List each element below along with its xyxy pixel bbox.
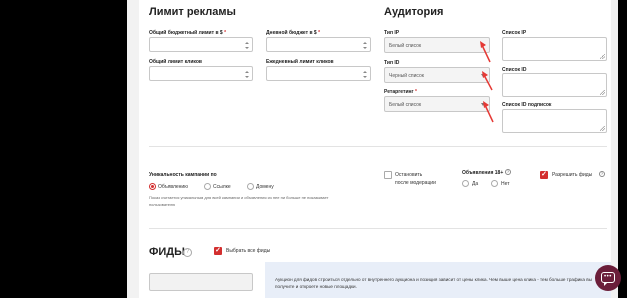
radio-ads18-no[interactable] (491, 180, 498, 187)
total-clicks-input[interactable] (149, 66, 253, 81)
radio-domain[interactable] (247, 183, 254, 190)
stop-after-moderation-line2: после модерации (395, 180, 436, 186)
ip-type-label: Тип IP (384, 30, 400, 36)
radio-ads18-no-label: Нет (501, 181, 510, 187)
resize-handle-icon[interactable] (600, 90, 605, 95)
daily-budget-label: Дневной бюджет в $ * (266, 30, 321, 36)
daily-clicks-input[interactable] (266, 66, 371, 81)
uniqueness-label: Уникальность кампании по (149, 172, 217, 178)
chat-button[interactable]: ••• (595, 265, 621, 291)
resize-handle-icon[interactable] (600, 126, 605, 131)
ip-list-textarea[interactable] (502, 37, 607, 61)
stop-after-moderation-checkbox[interactable] (384, 171, 392, 179)
right-dark-margin (618, 0, 627, 298)
radio-link[interactable] (204, 183, 211, 190)
total-clicks-label: Общий лимит кликов (149, 59, 202, 65)
stop-after-moderation-line1: Остановить (395, 172, 423, 178)
uniqueness-hint-line1: Показ считается уникальным для всей камп… (149, 195, 329, 200)
retargeting-select[interactable]: Белый список (384, 96, 490, 112)
id-subscription-list-textarea[interactable] (502, 109, 607, 133)
ip-type-value: Белый список (389, 43, 422, 49)
daily-budget-input[interactable] (266, 37, 371, 52)
audience-section-title: Аудитория (384, 6, 444, 18)
retargeting-label: Ретаргетинг * (384, 89, 417, 95)
annotation-arrow-icon (480, 41, 491, 63)
id-list-textarea[interactable] (502, 73, 607, 97)
radio-domain-label: Домену (256, 184, 274, 190)
radio-ads18-yes-label: Да (472, 181, 479, 187)
ip-list-label: Список IP (502, 30, 527, 36)
allow-feeds-checkbox[interactable]: ✓ (540, 171, 548, 179)
select-all-feeds-label: Выбрать все фиды (226, 248, 271, 254)
radio-ad[interactable] (149, 183, 156, 190)
ip-type-select[interactable]: Белый список (384, 37, 490, 53)
budget-section-title: Лимит рекламы (149, 6, 236, 18)
id-subscription-list-label: Список ID подписок (502, 102, 552, 108)
info-text: Аукцион для фидов строиться отдельно от … (275, 277, 592, 289)
total-budget-label: Общий бюджетный лимит в $ * (149, 30, 227, 36)
chat-bubble-icon: ••• (601, 272, 615, 286)
radio-ads18-yes[interactable] (462, 180, 469, 187)
left-dark-margin (0, 0, 127, 298)
retargeting-value: Белый список (389, 102, 422, 108)
id-type-value: Черный список (389, 73, 424, 79)
help-icon[interactable]: ? (599, 171, 605, 177)
resize-handle-icon[interactable] (600, 54, 605, 59)
select-all-feeds-checkbox[interactable]: ✓ (214, 247, 222, 255)
id-type-select[interactable]: Черный список (384, 67, 490, 83)
daily-clicks-label: Ежедневный лимит кликов (266, 59, 334, 65)
ads18-label: Объявления 18+ (462, 170, 504, 176)
allow-feeds-label: Разрешить фиды (552, 172, 593, 178)
help-icon[interactable]: ? (183, 248, 192, 257)
section-divider (149, 228, 607, 229)
feeds-section-title: ФИДЫ (149, 246, 185, 258)
radio-ad-label: Объявлению (158, 184, 188, 190)
stepper-icon[interactable] (363, 71, 367, 78)
annotation-arrow-icon (482, 71, 493, 91)
id-type-label: Тип ID (384, 60, 400, 66)
stepper-icon[interactable] (363, 42, 367, 49)
stepper-icon[interactable] (245, 71, 249, 78)
radio-link-label: Ссылке (213, 184, 231, 190)
uniqueness-hint-line2: пользователю (149, 202, 176, 207)
stepper-icon[interactable] (245, 42, 249, 49)
help-icon[interactable]: ? (505, 169, 511, 175)
feeds-search-input[interactable] (149, 273, 253, 291)
section-divider (149, 146, 607, 147)
annotation-arrow-icon (483, 101, 494, 123)
total-budget-input[interactable] (149, 37, 253, 52)
